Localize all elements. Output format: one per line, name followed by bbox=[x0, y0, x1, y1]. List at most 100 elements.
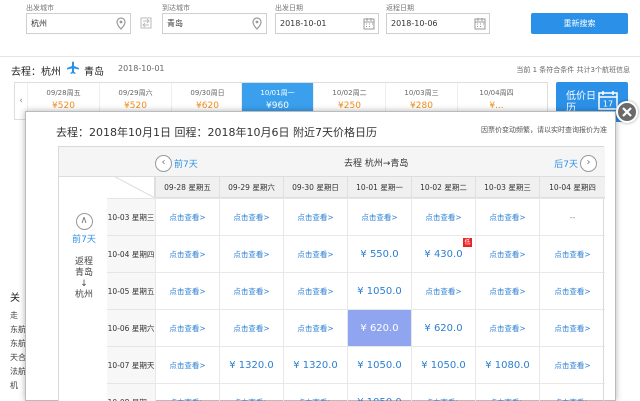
sidebar-line: 走 bbox=[10, 311, 18, 320]
cell-text: 点击查看> bbox=[554, 361, 591, 370]
view-price-link[interactable]: 点击查看> bbox=[283, 309, 347, 346]
to-city-field[interactable]: 青岛 bbox=[162, 13, 267, 34]
price-cell[interactable]: ¥ 1320.0 bbox=[283, 346, 347, 383]
col-header: 10-03 星期三 bbox=[475, 177, 539, 198]
price-cell[interactable]: ¥ 430.0 低 bbox=[411, 235, 475, 272]
strip-price: ¥250 bbox=[338, 101, 361, 111]
prev-7-days-label: 前7天 bbox=[174, 160, 198, 170]
view-price-link[interactable]: 点击查看> bbox=[475, 235, 539, 272]
price-cell[interactable]: ¥ 1080.0 bbox=[475, 346, 539, 383]
depart-date-field[interactable]: 2018-10-01 bbox=[275, 13, 379, 34]
price-cell[interactable]: ¥ 620.0 bbox=[347, 309, 411, 346]
airplane-icon bbox=[67, 61, 79, 74]
cell-text: ¥ 1050.0 bbox=[357, 360, 402, 371]
view-price-link[interactable]: 点击查看> bbox=[347, 198, 411, 235]
cell-text: 点击查看> bbox=[297, 324, 334, 333]
cell-text: 点击查看> bbox=[233, 213, 270, 222]
close-popup-button[interactable] bbox=[616, 101, 638, 123]
price-cell[interactable]: ¥ 1050.0 bbox=[347, 383, 411, 401]
cell-text: 点击查看> bbox=[554, 250, 591, 259]
price-calendar-grid: ∧ 前7天 返程 青岛 ↓ 杭州 ‹ 前7天 去程 杭州→青岛 后7天 › 09-2… bbox=[58, 146, 605, 401]
cell-text: 点击查看> bbox=[169, 213, 206, 222]
view-price-link[interactable]: 点击查看> bbox=[155, 383, 219, 401]
next-7-days-button[interactable]: 后7天 › bbox=[552, 153, 597, 172]
calendar-icon bbox=[474, 18, 486, 30]
cell-text: ¥ 430.0 bbox=[424, 249, 463, 260]
view-price-link[interactable]: 点击查看> bbox=[219, 235, 283, 272]
view-price-link[interactable]: 点击查看> bbox=[155, 309, 219, 346]
view-price-link[interactable]: 点击查看> bbox=[283, 235, 347, 272]
strip-price: ¥520 bbox=[124, 101, 147, 111]
popup-note: 因票价变动频繁，请以实时查询报价为准 bbox=[481, 126, 607, 134]
strip-date: 10/02周二 bbox=[332, 89, 367, 97]
view-price-link[interactable]: 点击查看> bbox=[155, 346, 219, 383]
cell-text: 点击查看> bbox=[297, 213, 334, 222]
sidebar-heading: 关 bbox=[10, 293, 20, 304]
prev-7-days-button[interactable]: ‹ 前7天 bbox=[155, 153, 200, 172]
price-cell[interactable]: ¥ 1050.0 bbox=[411, 346, 475, 383]
view-price-link[interactable]: 点击查看> bbox=[475, 309, 539, 346]
col-header: 09-28 星期五 bbox=[155, 177, 219, 198]
view-price-link[interactable]: 点击查看> bbox=[539, 383, 605, 401]
view-price-link[interactable]: 点击查看> bbox=[283, 383, 347, 401]
price-cell[interactable]: ¥ 1320.0 bbox=[219, 346, 283, 383]
view-price-link[interactable]: 点击查看> bbox=[219, 309, 283, 346]
view-price-link[interactable]: 点击查看> bbox=[155, 272, 219, 309]
from-city-label: 出发城市 bbox=[26, 4, 54, 12]
date-header-row: 09-28 星期五 09-29 星期六 09-30 星期日 10-01 星期一 … bbox=[155, 177, 605, 198]
cell-text: 点击查看> bbox=[554, 324, 591, 333]
view-price-link[interactable]: 点击查看> bbox=[539, 309, 605, 346]
price-cell[interactable]: ¥ 620.0 bbox=[411, 309, 475, 346]
outbound-route-label: 去程 杭州→青岛 bbox=[344, 159, 409, 169]
col-header: 10-02 星期二 bbox=[411, 177, 475, 198]
view-price-link[interactable]: 点击查看> bbox=[283, 272, 347, 309]
strip-date: 10/04周四 bbox=[479, 89, 514, 97]
from-city-field[interactable]: 杭州 bbox=[26, 13, 131, 34]
view-price-link[interactable]: 点击查看> bbox=[475, 272, 539, 309]
view-price-link[interactable]: 点击查看> bbox=[539, 272, 605, 309]
cell-text: 点击查看> bbox=[489, 213, 526, 222]
view-price-link[interactable]: 点击查看> bbox=[539, 235, 605, 272]
view-price-link[interactable]: 点击查看> bbox=[219, 272, 283, 309]
outbound-nav: ‹ 前7天 去程 杭州→青岛 后7天 › bbox=[59, 147, 605, 177]
depart-date-value: 2018-10-01 bbox=[280, 19, 327, 28]
view-price-link[interactable]: 点击查看> bbox=[155, 235, 219, 272]
view-price-link[interactable]: 点击查看> bbox=[411, 198, 475, 235]
strip-price: ¥960 bbox=[266, 101, 289, 111]
price-cell[interactable]: ¥ 1050.0 bbox=[347, 272, 411, 309]
cell-text: 点击查看> bbox=[297, 250, 334, 259]
view-price-link[interactable]: 点击查看> bbox=[475, 198, 539, 235]
cell-text: 点击查看> bbox=[425, 213, 462, 222]
price-cell[interactable]: ¥ 550.0 bbox=[347, 235, 411, 272]
strip-price: ¥... bbox=[489, 101, 504, 111]
view-price-link[interactable]: 点击查看> bbox=[411, 383, 475, 401]
cell-text: 点击查看> bbox=[554, 287, 591, 296]
prev-7-days-return[interactable]: ∧ 前7天 bbox=[69, 211, 99, 245]
view-price-link[interactable]: 点击查看> bbox=[283, 198, 347, 235]
cell-text: 点击查看> bbox=[233, 324, 270, 333]
to-city-value: 青岛 bbox=[167, 19, 183, 28]
calendar-icon: 17 bbox=[598, 91, 618, 110]
cell-text: 点击查看> bbox=[233, 250, 270, 259]
cell-text: 点击查看> bbox=[169, 324, 206, 333]
from-city-value: 杭州 bbox=[31, 19, 47, 28]
route-destination: 青岛 bbox=[84, 67, 104, 78]
strip-price: ¥520 bbox=[52, 101, 75, 111]
price-cell[interactable]: ¥ 1050.0 bbox=[347, 346, 411, 383]
sidebar-line: 机 bbox=[10, 381, 18, 390]
swap-cities-icon[interactable] bbox=[139, 16, 153, 30]
low-price-badge: 低 bbox=[463, 238, 472, 247]
view-price-link[interactable]: 点击查看> bbox=[475, 383, 539, 401]
cell-text: 点击查看> bbox=[361, 213, 398, 222]
row-header: 10-07 星期天 bbox=[107, 346, 155, 383]
to-city-label: 到达城市 bbox=[162, 4, 190, 12]
view-price-link[interactable]: 点击查看> bbox=[155, 198, 219, 235]
view-price-link[interactable]: 点击查看> bbox=[411, 272, 475, 309]
strip-price: ¥620 bbox=[196, 101, 219, 111]
view-price-link[interactable]: 点击查看> bbox=[539, 346, 605, 383]
view-price-link[interactable]: 点击查看> bbox=[219, 198, 283, 235]
view-price-link[interactable]: 点击查看> bbox=[219, 383, 283, 401]
row-header: 10-04 星期四 bbox=[107, 235, 155, 272]
search-button[interactable]: 重新搜索 bbox=[531, 13, 628, 34]
return-date-field[interactable]: 2018-10-06 bbox=[386, 13, 490, 34]
